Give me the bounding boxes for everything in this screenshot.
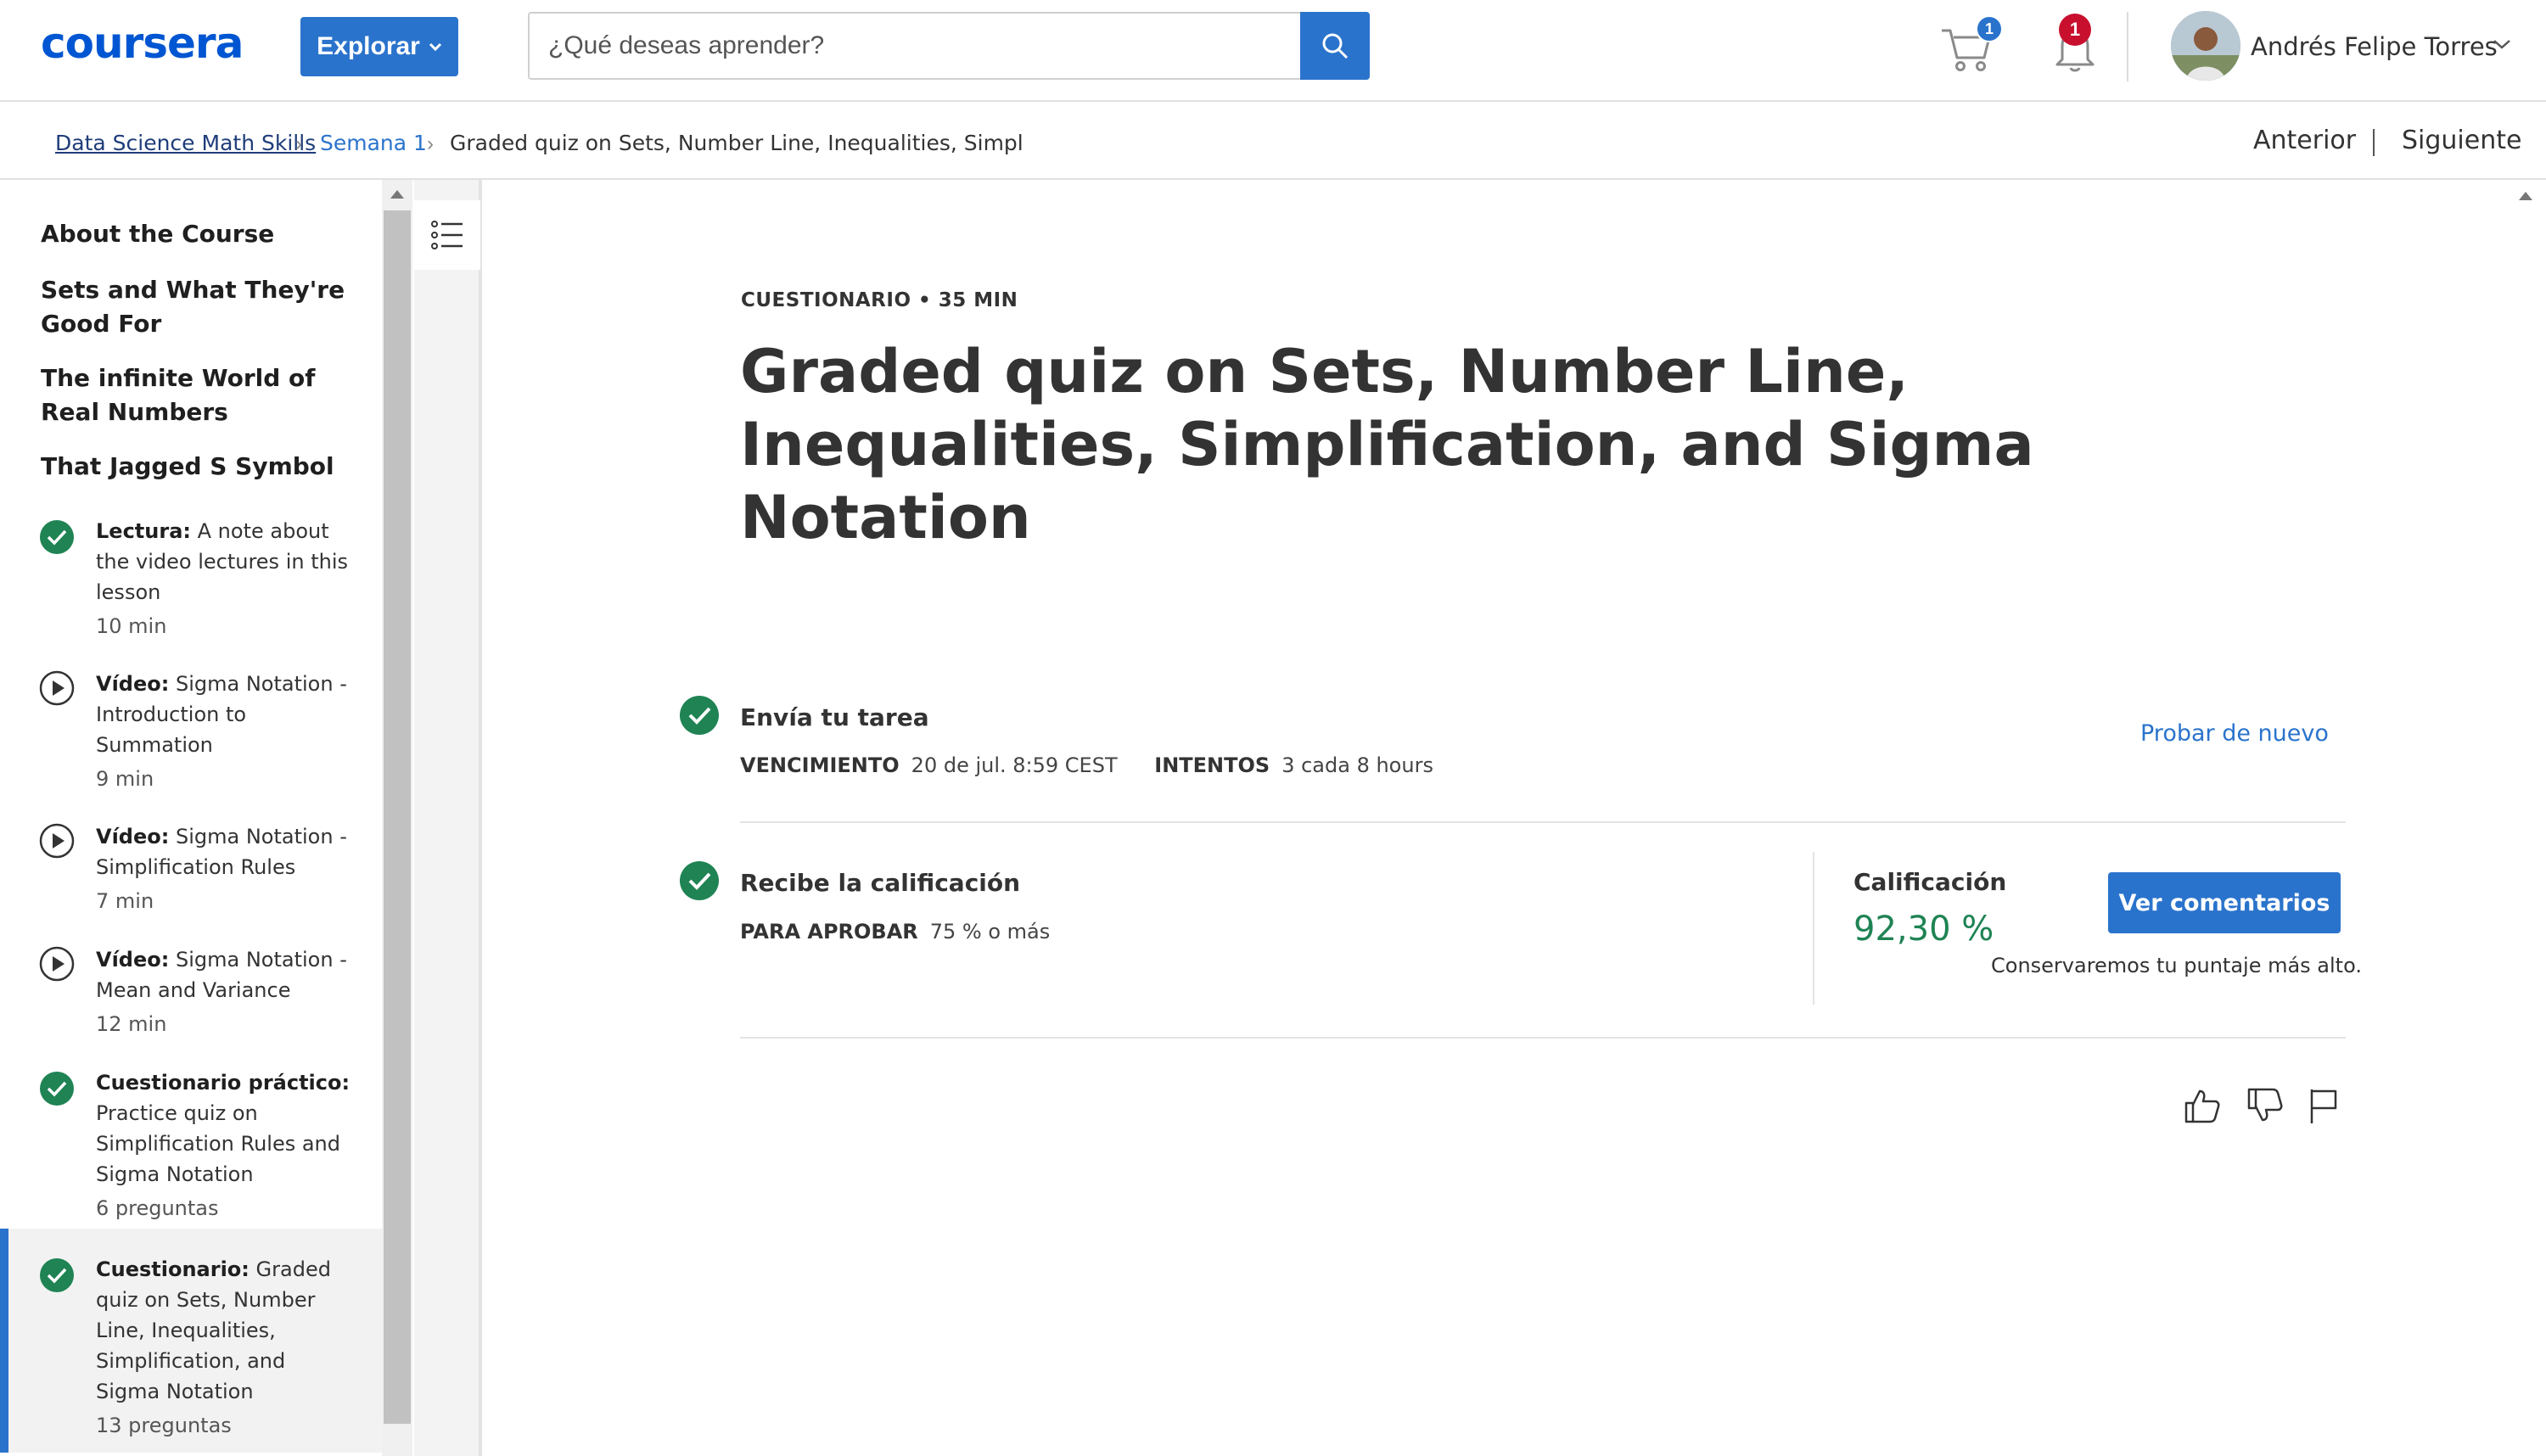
sidebar-section-sigma[interactable]: That Jagged S Symbol — [41, 450, 346, 484]
grade-divider — [1813, 852, 1814, 1005]
grade-value: 92,30 % — [1853, 910, 1994, 949]
scroll-up-arrow-icon[interactable] — [2519, 192, 2532, 200]
explore-label: Explorar — [317, 32, 420, 60]
pass-label: PARA APROBAR — [740, 920, 918, 944]
chevron-right-icon: › — [295, 132, 302, 155]
sidebar-item-video[interactable]: Vídeo: Sigma Notation - Simplification R… — [0, 808, 382, 913]
sidebar-item-text: Cuestionario práctico: Practice quiz on … — [96, 1067, 350, 1224]
sidebar-scrollbar[interactable] — [382, 180, 412, 1456]
attempts-value: 3 cada 8 hours — [1281, 753, 1433, 777]
coursera-logo[interactable]: coursera — [41, 19, 244, 68]
breadcrumb-course-link[interactable]: Data Science Math Skills — [55, 131, 316, 155]
avatar-photo — [2171, 11, 2240, 81]
submit-step-meta: VENCIMIENTO 20 de jul. 8:59 CEST INTENTOS… — [740, 753, 1464, 777]
top-navigation-bar: coursera Explorar 1 1 Andrés Felipe Torr… — [0, 0, 2546, 102]
item-type: Vídeo: — [96, 825, 170, 848]
sidebar-item-text: Vídeo: Sigma Notation - Introduction to … — [96, 669, 350, 794]
item-duration: 6 preguntas — [96, 1196, 219, 1220]
breadcrumb-current: Graded quiz on Sets, Number Line, Inequa… — [450, 131, 1023, 155]
scroll-up-arrow-icon[interactable] — [390, 190, 404, 199]
sidebar-section-about[interactable]: About the Course — [41, 217, 346, 251]
check-circle-icon — [40, 1072, 74, 1106]
submit-step-title: Envía tu tarea — [740, 703, 929, 731]
chevron-right-icon: › — [427, 132, 434, 155]
play-circle-icon — [39, 670, 75, 706]
grade-label: Calificación — [1853, 868, 2007, 896]
breadcrumb-week-link[interactable]: Semana 1 — [320, 131, 427, 155]
item-duration: 10 min — [96, 614, 167, 638]
outline-toggle-rail — [414, 180, 482, 1456]
section-divider — [740, 821, 2346, 823]
item-title: Practice quiz on Simplification Rules an… — [96, 1101, 340, 1186]
check-circle-icon — [40, 1258, 74, 1292]
user-name[interactable]: Andrés Felipe Torres — [2251, 32, 2498, 61]
flag-icon[interactable] — [2303, 1084, 2344, 1127]
outline-toggle-button[interactable] — [414, 200, 480, 270]
sidebar-item-text: Vídeo: Sigma Notation - Mean and Varianc… — [96, 944, 350, 1039]
sidebar-scrollbar-thumb[interactable] — [384, 210, 411, 1424]
attempts-label: INTENTOS — [1154, 753, 1270, 777]
view-feedback-button[interactable]: Ver comentarios — [2108, 872, 2341, 933]
section-divider — [740, 1037, 2346, 1039]
item-type: Vídeo: — [96, 672, 170, 696]
sidebar-item-text: Vídeo: Sigma Notation - Simplification R… — [96, 821, 350, 916]
item-type: Lectura: — [96, 519, 191, 543]
search-icon — [1322, 33, 1349, 59]
chevron-down-icon[interactable] — [2492, 37, 2512, 51]
grade-step-title: Recibe la calificación — [740, 869, 1021, 897]
notifications-count-badge: 1 — [2059, 14, 2091, 46]
course-outline-sidebar: About the Course Sets and What They're G… — [0, 180, 382, 1456]
thumbs-up-icon[interactable] — [2181, 1084, 2222, 1127]
sidebar-item-graded-quiz[interactable]: Cuestionario: Graded quiz on Sets, Numbe… — [0, 1229, 382, 1453]
search-field[interactable] — [528, 12, 1370, 80]
sidebar-item-practice-quiz[interactable]: Cuestionario práctico: Practice quiz on … — [0, 1054, 382, 1220]
item-duration: 7 min — [96, 889, 154, 913]
highest-score-note: Conservaremos tu puntaje más alto. — [1991, 954, 2362, 977]
sidebar-section-sets[interactable]: Sets and What They're Good For — [41, 273, 346, 341]
item-type: Vídeo: — [96, 948, 170, 972]
previous-link[interactable]: Anterior — [2253, 126, 2356, 155]
item-duration: 9 min — [96, 767, 154, 791]
play-circle-icon — [39, 823, 75, 859]
list-icon — [431, 221, 463, 249]
breadcrumb: Data Science Math Skills › Semana 1 › Gr… — [0, 102, 2546, 180]
grade-step-meta: PARA APROBAR 75 % o más — [740, 920, 1080, 944]
check-circle-icon — [680, 696, 719, 735]
item-type: Cuestionario: — [96, 1257, 250, 1281]
item-duration: 12 min — [96, 1012, 167, 1036]
sidebar-item-text: Cuestionario: Graded quiz on Sets, Numbe… — [96, 1254, 350, 1441]
user-avatar[interactable] — [2171, 11, 2240, 81]
due-label: VENCIMIENTO — [740, 753, 900, 777]
next-link[interactable]: Siguiente — [2402, 126, 2521, 155]
item-type: Cuestionario práctico: — [96, 1071, 350, 1095]
sidebar-section-real-numbers[interactable]: The infinite World of Real Numbers — [41, 361, 346, 429]
sidebar-item-video[interactable]: Vídeo: Sigma Notation - Introduction to … — [0, 655, 382, 791]
check-circle-icon — [680, 861, 719, 900]
item-kicker: CUESTIONARIO • 35 MIN — [741, 289, 1018, 311]
search-input[interactable] — [547, 14, 1310, 78]
due-value: 20 de jul. 8:59 CEST — [911, 753, 1118, 777]
main-scrollbar[interactable] — [2505, 180, 2546, 1456]
sidebar-item-lectura[interactable]: Lectura: A note about the video lectures… — [0, 502, 382, 638]
sidebar-item-text: Lectura: A note about the video lectures… — [96, 516, 350, 641]
search-button[interactable] — [1300, 12, 1370, 80]
retry-link[interactable]: Probar de nuevo — [2140, 720, 2329, 747]
thumbs-down-icon[interactable] — [2244, 1084, 2285, 1127]
header-divider — [2127, 12, 2128, 81]
sidebar-item-video[interactable]: Vídeo: Sigma Notation - Mean and Varianc… — [0, 931, 382, 1036]
play-circle-icon — [39, 946, 75, 982]
pass-value: 75 % o más — [929, 920, 1051, 944]
explore-button[interactable]: Explorar — [300, 17, 458, 76]
check-circle-icon — [40, 520, 74, 554]
cart-count-badge: 1 — [1976, 15, 2003, 42]
chevron-down-icon — [429, 42, 441, 52]
nav-divider — [2373, 129, 2375, 156]
page-title: Graded quiz on Sets, Number Line, Inequa… — [740, 337, 2034, 552]
item-duration: 13 preguntas — [96, 1414, 232, 1437]
